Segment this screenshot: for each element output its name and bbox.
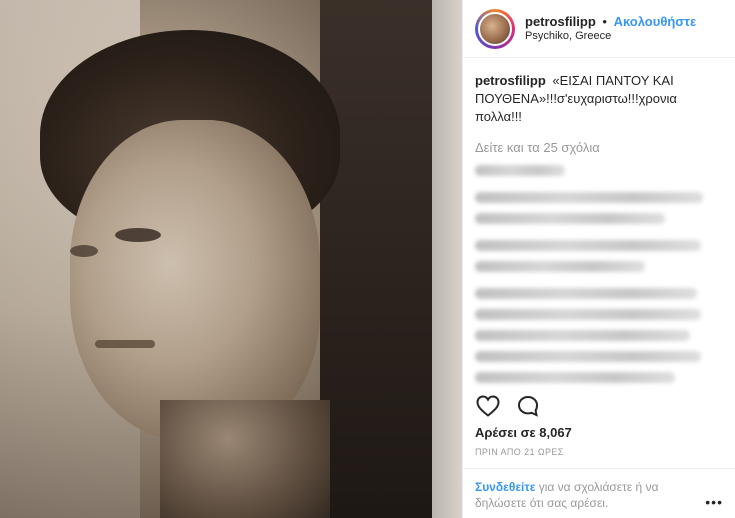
blurred-comment <box>475 261 645 272</box>
like-button[interactable] <box>475 393 501 419</box>
blurred-comment <box>475 213 665 224</box>
blurred-comment <box>475 288 697 299</box>
location-link[interactable]: Psychiko, Greece <box>525 30 696 44</box>
blurred-comment <box>475 309 701 320</box>
comments-section: petrosfilipp «ΕΙΣΑΙ ΠΑΝΤΟΥ ΚΑΙ ΠΟΥΘΕΝΑ»!… <box>463 58 735 388</box>
blurred-comment <box>475 372 675 383</box>
username-link[interactable]: petrosfilipp <box>525 14 596 29</box>
post-actions <box>475 393 541 419</box>
photo-print <box>0 0 432 518</box>
blurred-comment <box>475 330 690 341</box>
heart-icon <box>476 395 500 417</box>
post-timestamp: ΠΡΙΝ ΑΠΟ 21 ΩΡΕΣ <box>475 447 564 457</box>
caption-username[interactable]: petrosfilipp <box>475 73 546 88</box>
comment-button[interactable] <box>515 393 541 419</box>
login-prompt: Συνδεθείτε για να σχολιάσετε ή να δηλώσε… <box>463 468 735 518</box>
post-header: petrosfilipp • Ακολουθήστε Psychiko, Gre… <box>463 0 735 58</box>
follow-button[interactable]: Ακολουθήστε <box>614 14 697 29</box>
comment-icon <box>517 395 539 417</box>
post-photo[interactable] <box>0 0 462 518</box>
post-caption: petrosfilipp «ΕΙΣΑΙ ΠΑΝΤΟΥ ΚΑΙ ΠΟΥΘΕΝΑ»!… <box>475 72 725 126</box>
view-all-comments[interactable]: Δείτε και τα 25 σχόλια <box>475 140 725 155</box>
blurred-comment <box>475 240 701 251</box>
blurred-comment <box>475 192 703 203</box>
blurred-comment <box>475 351 701 362</box>
blurred-comment <box>475 165 565 176</box>
avatar[interactable] <box>475 8 515 49</box>
login-link[interactable]: Συνδεθείτε <box>475 480 535 494</box>
post-sidebar: petrosfilipp • Ακολουθήστε Psychiko, Gre… <box>462 0 735 518</box>
likes-count[interactable]: Αρέσει σε 8,067 <box>475 425 572 440</box>
more-options-button[interactable]: ••• <box>705 494 723 510</box>
separator-dot: • <box>602 13 607 29</box>
